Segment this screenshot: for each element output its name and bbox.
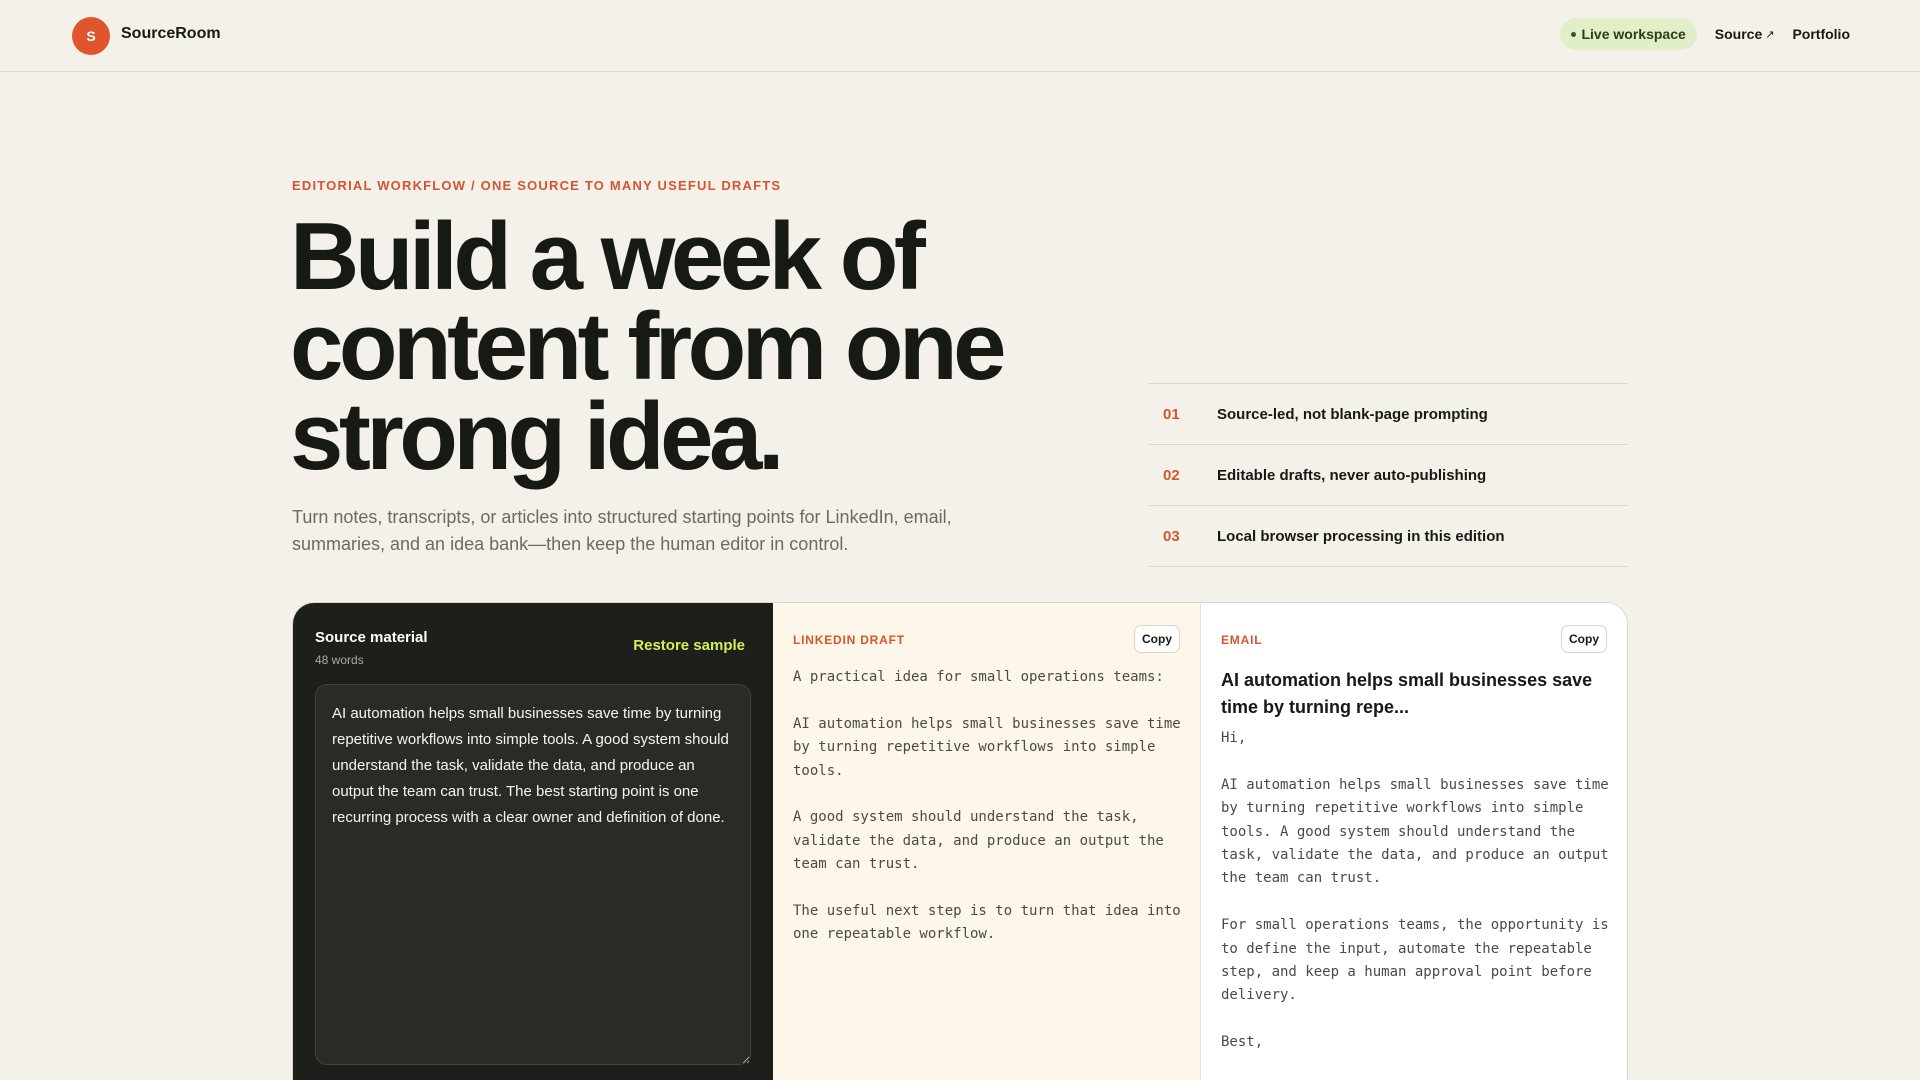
workspace-panel: Source material 48 words Restore sample …: [292, 602, 1628, 1080]
word-count: 48 words: [315, 653, 364, 667]
feature-item: 01 Source-led, not blank-page prompting: [1149, 384, 1628, 445]
feature-text: Editable drafts, never auto-publishing: [1217, 466, 1487, 484]
linkedin-draft-panel: LINKEDIN DRAFT Copy A practical idea for…: [773, 603, 1201, 1080]
linkedin-draft-body[interactable]: A practical idea for small operations te…: [793, 666, 1185, 947]
restore-sample-button[interactable]: Restore sample: [633, 637, 745, 654]
live-workspace-badge: Live workspace: [1560, 18, 1697, 50]
brand-logo-icon[interactable]: S: [72, 17, 110, 55]
source-material-title: Source material: [315, 629, 428, 646]
source-material-panel: Source material 48 words Restore sample …: [293, 603, 773, 1080]
headline-line-2: content from one: [290, 293, 1006, 400]
portfolio-link[interactable]: Portfolio: [1792, 26, 1850, 42]
source-link[interactable]: Source ↗: [1715, 26, 1775, 42]
headline-line-3: strong idea.: [290, 383, 785, 490]
feature-number: 02: [1163, 466, 1180, 484]
linkedin-draft-label: LINKEDIN DRAFT: [793, 633, 905, 647]
feature-item: 02 Editable drafts, never auto-publishin…: [1149, 445, 1628, 506]
feature-text: Local browser processing in this edition: [1217, 527, 1505, 545]
feature-list: 01 Source-led, not blank-page prompting …: [1149, 383, 1628, 567]
email-draft-panel: EMAIL Copy AI automation helps small bus…: [1201, 603, 1627, 1080]
hero-subhead: Turn notes, transcripts, or articles int…: [292, 507, 952, 554]
copy-linkedin-button[interactable]: Copy: [1134, 625, 1180, 653]
top-navigation-bar: S SourceRoom Live workspace Source ↗ Por…: [0, 0, 1920, 72]
source-material-input[interactable]: AI automation helps small businesses sav…: [315, 684, 751, 1065]
feature-text: Source-led, not blank-page prompting: [1217, 405, 1488, 423]
feature-number: 01: [1163, 405, 1180, 423]
hero-headline: Build a week of content from one strong …: [290, 203, 1050, 490]
brand-name[interactable]: SourceRoom: [121, 25, 221, 43]
source-link-label: Source: [1714, 26, 1763, 42]
header-nav: Live workspace Source ↗ Portfolio: [1560, 18, 1850, 50]
status-dot-icon: [1571, 31, 1577, 37]
email-subject: AI automation helps small businesses sav…: [1221, 670, 1593, 717]
feature-item: 03 Local browser processing in this edit…: [1149, 506, 1628, 567]
headline-line-1: Build a week of: [290, 203, 926, 310]
email-label: EMAIL: [1221, 633, 1263, 647]
copy-email-button[interactable]: Copy: [1561, 625, 1607, 653]
email-draft-body[interactable]: Hi, AI automation helps small businesses…: [1221, 727, 1621, 1055]
live-workspace-label: Live workspace: [1581, 26, 1686, 42]
external-link-icon: ↗: [1765, 28, 1775, 41]
feature-number: 03: [1163, 527, 1180, 545]
hero-eyebrow: EDITORIAL WORKFLOW / ONE SOURCE TO MANY …: [292, 178, 782, 193]
